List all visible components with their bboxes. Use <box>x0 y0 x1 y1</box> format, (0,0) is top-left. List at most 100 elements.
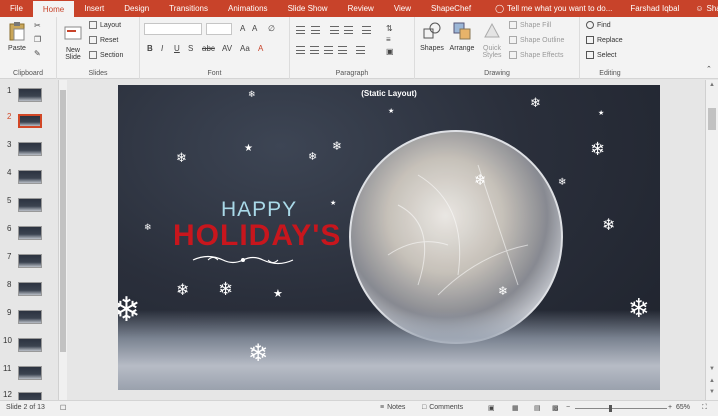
scroll-up-icon[interactable]: ▲ <box>709 82 715 88</box>
comments-button[interactable]: □ Comments <box>422 404 463 411</box>
reading-view-icon[interactable]: ▤ <box>534 404 541 412</box>
tab-review[interactable]: Review <box>338 0 384 17</box>
tab-home[interactable]: Home <box>32 1 75 17</box>
thumbnail-1[interactable]: 1 <box>0 84 58 110</box>
user-name[interactable]: Farshad Iqbal <box>622 0 687 17</box>
thumbnail-scroll-thumb[interactable] <box>60 90 66 352</box>
holidays-title[interactable]: HOLIDAY'S <box>173 219 341 253</box>
section-button[interactable]: Section <box>89 51 123 59</box>
slide-canvas[interactable]: ❄ ❄ ❄ ❄ ❄ ❄ ❄ ❄ ❄ ❄ ❄ ❄ ❄ ❄ ❄ ❄ ★ ★ ★ ★ <box>118 85 660 390</box>
grow-font-icon[interactable]: A <box>240 24 245 33</box>
slide-scroll-thumb[interactable] <box>708 108 716 130</box>
scroll-down-icon[interactable]: ▼ <box>709 366 715 372</box>
new-slide-button[interactable]: New Slide <box>60 23 86 61</box>
italic-icon[interactable]: I <box>161 44 163 53</box>
text-direction-icon[interactable]: ⇅ <box>386 24 393 33</box>
tab-transitions[interactable]: Transitions <box>159 0 218 17</box>
paste-button[interactable]: Paste <box>4 21 30 52</box>
zoom-level[interactable]: 65% <box>676 404 690 411</box>
thumbnail-9[interactable]: 9 <box>0 306 58 332</box>
thumbnail-3[interactable]: 3 <box>0 138 58 164</box>
quick-styles-button[interactable]: Quick Styles <box>478 21 506 59</box>
tell-me-box[interactable]: ◯ Tell me what you want to do... <box>481 0 622 17</box>
decrease-indent-icon[interactable] <box>330 26 339 34</box>
smartart-icon[interactable]: ▣ <box>386 47 394 56</box>
static-layout-label[interactable]: (Static Layout) <box>118 89 660 98</box>
replace-button[interactable]: Replace <box>586 36 623 44</box>
char-spacing-icon[interactable]: AV <box>222 44 232 53</box>
slideshow-view-icon[interactable]: ▩ <box>552 404 559 412</box>
slide-sorter-icon[interactable]: ▦ <box>512 404 519 412</box>
font-name-input[interactable] <box>144 23 202 35</box>
copy-icon[interactable]: ❐ <box>34 35 41 44</box>
tab-shapechef[interactable]: ShapeChef <box>421 0 481 17</box>
tab-design[interactable]: Design <box>114 0 159 17</box>
zoom-out-icon[interactable]: − <box>566 404 570 411</box>
slides-label: Slides <box>88 70 108 77</box>
font-size-input[interactable] <box>206 23 232 35</box>
columns-icon[interactable] <box>356 46 365 54</box>
shape-outline-button[interactable]: Shape Outline <box>509 36 564 44</box>
underline-icon[interactable]: U <box>174 44 180 53</box>
align-right-icon[interactable] <box>324 46 333 54</box>
thumbnail-11[interactable]: 11 <box>0 362 58 388</box>
spell-check-icon[interactable]: ☐ <box>60 404 66 412</box>
slide-thumbnail-panel: 1 2 3 4 5 6 7 8 9 10 11 12 <box>0 80 68 400</box>
line-spacing-icon[interactable] <box>362 26 371 34</box>
select-button[interactable]: Select <box>586 51 616 59</box>
strikethrough-icon[interactable]: abc <box>202 44 215 53</box>
clear-format-icon[interactable]: ∅ <box>268 24 275 33</box>
next-slide-icon[interactable]: ▼ <box>709 389 715 395</box>
thumbnail-6[interactable]: 6 <box>0 222 58 248</box>
increase-indent-icon[interactable] <box>344 26 353 34</box>
thumbnail-12[interactable]: 12 <box>0 388 58 400</box>
tab-view[interactable]: View <box>384 0 421 17</box>
tab-animations[interactable]: Animations <box>218 0 278 17</box>
bold-icon[interactable]: B <box>147 44 153 53</box>
justify-icon[interactable] <box>338 46 347 54</box>
layout-button[interactable]: Layout <box>89 21 121 29</box>
fit-slide-icon[interactable]: ⛶ <box>702 404 707 412</box>
thumbnail-10[interactable]: 10 <box>0 334 58 360</box>
shapes-button[interactable]: Shapes <box>419 21 445 52</box>
notes-button[interactable]: ≡ Notes <box>380 404 405 411</box>
ribbon-tab-bar: File Home Insert Design Transitions Anim… <box>0 0 718 17</box>
thumbnail-scrollbar[interactable] <box>58 80 67 400</box>
thumbnail-7[interactable]: 7 <box>0 250 58 276</box>
thumbnail-2[interactable]: 2 <box>0 110 58 136</box>
tab-insert[interactable]: Insert <box>74 0 114 17</box>
cut-icon[interactable]: ✂ <box>34 21 41 30</box>
tab-file[interactable]: File <box>0 0 33 17</box>
shape-fill-button[interactable]: Shape Fill <box>509 21 551 29</box>
share-button[interactable]: ☺ Share <box>687 0 718 17</box>
zoom-in-icon[interactable]: + <box>668 404 672 411</box>
numbering-icon[interactable] <box>311 26 320 34</box>
previous-slide-icon[interactable]: ▲ <box>709 378 715 384</box>
slide-vertical-scrollbar[interactable]: ▲ ▼ ▲ ▼ <box>705 80 718 400</box>
zoom-slider-thumb[interactable] <box>609 405 612 412</box>
arrange-button[interactable]: Arrange <box>448 21 476 52</box>
normal-view-icon[interactable]: ▣ <box>488 404 495 412</box>
change-case-icon[interactable]: Aa <box>240 44 250 53</box>
comments-label: Comments <box>429 404 464 411</box>
shadow-icon[interactable]: S <box>188 44 193 53</box>
thumbnail-5[interactable]: 5 <box>0 194 58 220</box>
format-painter-icon[interactable]: ✎ <box>34 49 41 58</box>
zoom-slider[interactable] <box>575 408 667 409</box>
shrink-font-icon[interactable]: A <box>252 24 257 33</box>
magnifier-icon <box>586 21 594 29</box>
align-text-icon[interactable]: ≡ <box>386 35 391 44</box>
collapse-ribbon-icon[interactable]: ⌃ <box>706 65 712 73</box>
clipboard-group: Paste ✂ ❐ ✎ Clipboard <box>0 17 57 79</box>
slide-counter: Slide 2 of 13 <box>6 404 45 411</box>
reset-button[interactable]: Reset <box>89 36 118 44</box>
thumbnail-8[interactable]: 8 <box>0 278 58 304</box>
font-color-icon[interactable]: A <box>258 44 263 53</box>
tab-slide-show[interactable]: Slide Show <box>278 0 338 17</box>
find-button[interactable]: Find <box>586 21 611 29</box>
bullets-icon[interactable] <box>296 26 305 34</box>
thumbnail-4[interactable]: 4 <box>0 166 58 192</box>
align-left-icon[interactable] <box>296 46 305 54</box>
align-center-icon[interactable] <box>310 46 319 54</box>
shape-effects-button[interactable]: Shape Effects <box>509 51 563 59</box>
